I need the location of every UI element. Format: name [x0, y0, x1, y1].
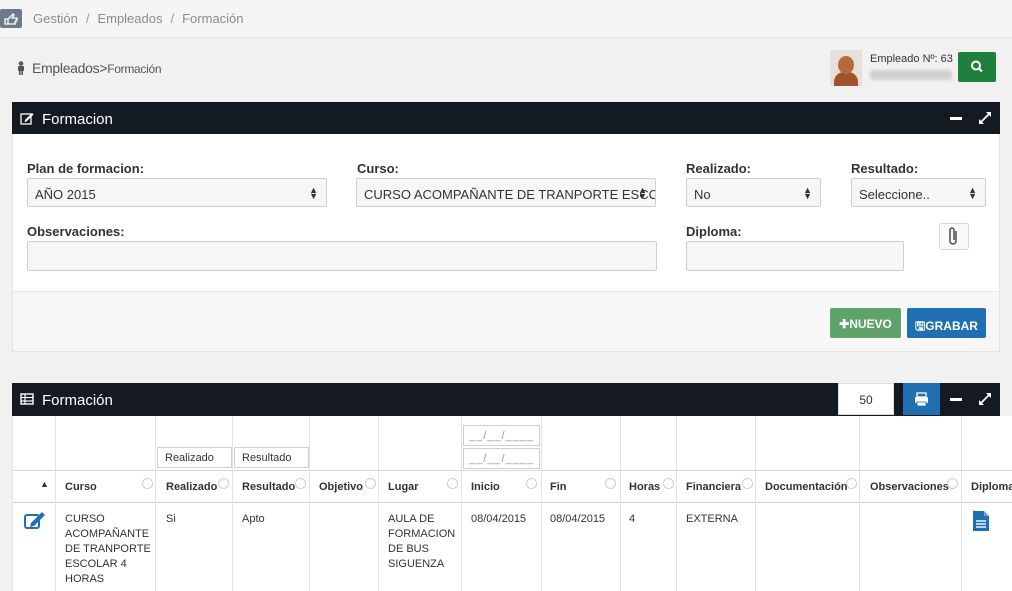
resultado-value: Seleccione.. [859, 187, 930, 202]
print-icon [915, 392, 928, 407]
curso-label: Curso: [357, 161, 399, 176]
col-objetivo[interactable]: Objetivo [319, 481, 363, 493]
person-icon [16, 60, 26, 78]
table-panel-title: Formación [42, 392, 113, 409]
cell-financiera: EXTERNA [686, 513, 738, 525]
observaciones-input[interactable] [27, 241, 657, 271]
breadcrumb-formacion: Formación [182, 11, 244, 26]
sort-icon[interactable] [218, 478, 229, 489]
sort-icon[interactable] [663, 478, 674, 489]
subheader-section: Empleados [32, 60, 100, 76]
curso-select[interactable]: CURSO ACOMPAÑANTE DE TRANPORTE ESCO ▲ ▼ [356, 178, 656, 207]
document-icon[interactable] [971, 510, 991, 532]
sort-icon[interactable] [846, 478, 857, 489]
realizado-filter[interactable]: Realizado [157, 447, 232, 468]
observaciones-label: Observaciones: [27, 224, 125, 239]
breadcrumb-gestion[interactable]: Gestión [33, 11, 78, 26]
employee-info: Empleado Nº: 63 [830, 50, 960, 88]
inicio-filter[interactable]: __/__/____ [463, 425, 540, 446]
cell-realizado: Si [166, 513, 176, 525]
expand-icon[interactable] [978, 392, 992, 406]
avatar [830, 50, 862, 86]
subheader-page: Formación [107, 62, 162, 76]
form-panel-title: Formacion [42, 111, 113, 128]
fin-filter[interactable]: __/__/____ [463, 448, 540, 469]
sort-icon[interactable] [365, 478, 376, 489]
employee-number: Empleado Nº: 63 [870, 53, 953, 65]
breadcrumb: Gestión / Empleados / Formación [33, 11, 250, 26]
cell-resultado: Apto [242, 513, 265, 525]
search-icon [971, 60, 983, 73]
cell-curso: CURSO ACOMPAÑANTE DE TRANPORTE ESCOLAR 4 HOR… [65, 513, 151, 585]
diploma-input[interactable] [686, 241, 904, 271]
realizado-select[interactable]: No ▲ ▼ [686, 178, 821, 207]
table-icon [20, 393, 34, 405]
sort-asc-icon[interactable]: ▲ [40, 479, 49, 489]
realizado-value: No [694, 187, 711, 202]
form-panel-header: Formacion [12, 102, 1000, 135]
search-employee-button[interactable] [958, 52, 996, 82]
collapse-icon[interactable] [950, 398, 962, 401]
edit-icon [20, 113, 34, 125]
cell-horas: 4 [629, 513, 636, 525]
sort-icon[interactable] [447, 478, 458, 489]
grabar-label: GRABAR [925, 319, 978, 333]
cell-fin: 08/04/2015 [550, 513, 606, 525]
col-resultado[interactable]: Resultado [242, 481, 295, 493]
cell-inicio: 08/04/2015 [471, 513, 527, 525]
sort-icon[interactable] [295, 478, 306, 489]
page-subheader: Empleados>Formación [16, 60, 162, 78]
breadcrumb-empleados[interactable]: Empleados [97, 11, 162, 26]
col-fin[interactable]: Fin [550, 481, 567, 493]
select-arrows-icon: ▲ ▼ [309, 185, 318, 201]
curso-value: CURSO ACOMPAÑANTE DE TRANPORTE ESCO [364, 187, 656, 202]
top-breadcrumb-bar: Gestión / Empleados / Formación [0, 0, 1012, 38]
select-arrows-icon: ▲ ▼ [638, 185, 647, 201]
col-diploma[interactable]: Diploma [971, 481, 1012, 493]
col-inicio[interactable]: Inicio [471, 481, 500, 493]
cell-lugar: AULA DE FORMACION DE BUS SIGUENZA [388, 513, 456, 570]
select-arrows-icon: ▲ ▼ [803, 185, 812, 201]
attach-button[interactable] [939, 223, 969, 250]
sort-icon[interactable] [142, 478, 153, 489]
plan-select[interactable]: AÑO 2015 ▲ ▼ [27, 178, 327, 207]
home-icon[interactable] [0, 9, 22, 28]
col-observaciones[interactable]: Observaciones [870, 481, 949, 493]
col-financiera[interactable]: Financiera [686, 481, 741, 493]
diploma-label: Diploma: [686, 224, 742, 239]
col-curso[interactable]: Curso [65, 481, 97, 493]
resultado-label: Resultado: [851, 161, 919, 176]
paperclip-icon [949, 227, 957, 245]
page-size-input[interactable]: 50 [838, 383, 894, 415]
breadcrumb-separator: / [170, 11, 175, 26]
employee-name-blurred [870, 70, 952, 80]
plus-icon: ✚ [839, 317, 850, 331]
col-horas[interactable]: Horas [629, 481, 660, 493]
col-documentacion[interactable]: Documentación [765, 481, 848, 493]
save-icon: 🖫 [915, 319, 926, 333]
grabar-button[interactable]: 🖫GRABAR [907, 308, 986, 338]
plan-value: AÑO 2015 [35, 187, 96, 202]
sort-icon[interactable] [526, 478, 537, 489]
expand-icon[interactable] [978, 111, 992, 125]
col-lugar[interactable]: Lugar [388, 481, 419, 493]
breadcrumb-separator: / [85, 11, 90, 26]
print-button[interactable] [903, 383, 940, 415]
sort-icon[interactable] [742, 478, 753, 489]
plan-label: Plan de formacion: [27, 161, 145, 176]
sort-icon[interactable] [947, 478, 958, 489]
resultado-filter[interactable]: Resultado [234, 447, 309, 468]
sort-icon[interactable] [605, 478, 616, 489]
formacion-table: Realizado Resultado __/__/____ __/__/___… [12, 416, 1012, 591]
edit-row-icon[interactable] [23, 510, 47, 530]
nuevo-label: NUEVO [849, 317, 892, 331]
select-arrows-icon: ▲ ▼ [968, 185, 977, 201]
col-realizado[interactable]: Realizado [166, 481, 217, 493]
realizado-label: Realizado: [686, 161, 752, 176]
collapse-icon[interactable] [950, 117, 962, 120]
nuevo-button[interactable]: ✚NUEVO [830, 308, 901, 338]
resultado-select[interactable]: Seleccione.. ▲ ▼ [851, 178, 986, 207]
